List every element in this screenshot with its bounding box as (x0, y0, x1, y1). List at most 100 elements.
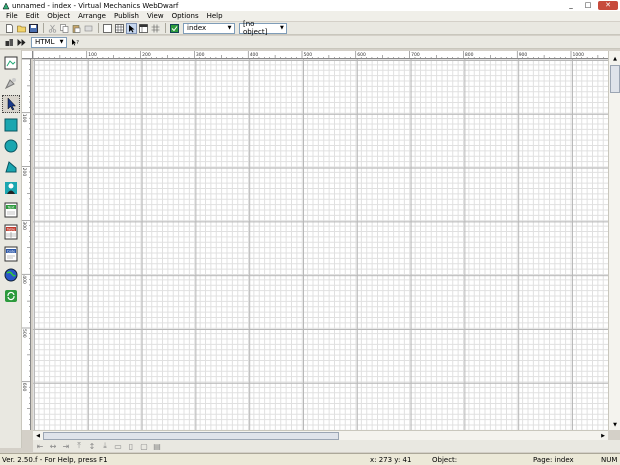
toolbar-separator (98, 23, 99, 33)
circle-tool[interactable] (2, 137, 20, 155)
rectangle-icon (4, 118, 18, 132)
table-icon: Table (4, 224, 18, 240)
grid-button[interactable] (114, 23, 125, 34)
snap-grid-icon (151, 24, 160, 32)
vertical-scroll-thumb[interactable] (610, 65, 620, 93)
save-button[interactable] (28, 23, 39, 34)
green-page-icon (170, 23, 179, 33)
design-canvas[interactable] (33, 59, 608, 430)
frame-icon (103, 23, 112, 33)
align-center-horizontal-button[interactable]: ↔ (48, 441, 58, 451)
menu-arrange[interactable]: Arrange (74, 12, 110, 20)
new-icon (6, 23, 13, 33)
align-right-button[interactable]: ⇥ (61, 441, 71, 451)
insert-page-tool[interactable] (2, 54, 20, 72)
title-bar: unnamed - index - Virtual Mechanics WebD… (0, 0, 620, 11)
save-disk-icon (29, 23, 38, 33)
code-icon: Code (4, 246, 18, 262)
secondary-toolbar: HTML ▼ ? (0, 36, 620, 49)
polygon-icon (5, 161, 17, 173)
close-button[interactable]: ✕ (598, 1, 618, 10)
refresh-tool[interactable] (2, 287, 20, 305)
delete-button[interactable] (83, 23, 94, 34)
image-tool[interactable] (2, 179, 20, 197)
select-tool[interactable] (2, 95, 20, 113)
menu-help[interactable]: Help (203, 12, 227, 20)
page-icon-button[interactable] (169, 23, 180, 34)
page-select[interactable]: index ▼ (183, 22, 235, 34)
menu-options[interactable]: Options (168, 12, 203, 20)
cursor-icon (129, 24, 135, 32)
open-button[interactable] (16, 23, 27, 34)
text-tool[interactable]: Text (2, 201, 20, 219)
preview-button[interactable] (16, 37, 27, 48)
code-tool-label: Code (7, 250, 15, 254)
menu-object[interactable]: Object (43, 12, 74, 20)
align-center-vertical-button[interactable]: ↕ (87, 441, 97, 451)
delete-icon (84, 25, 93, 31)
refresh-icon (5, 290, 17, 302)
new-button[interactable] (4, 23, 15, 34)
table-view-button[interactable] (138, 23, 149, 34)
table-grid-icon (139, 23, 148, 33)
app-icon (2, 1, 10, 9)
same-height-icon: ▯ (128, 441, 134, 451)
rectangle-tool[interactable] (2, 116, 20, 134)
toolbar-separator (43, 23, 44, 33)
ruler-label: 100 (88, 52, 97, 58)
scroll-down-icon[interactable]: ▼ (609, 420, 620, 430)
same-width-button[interactable]: ▭ (113, 441, 123, 451)
object-select[interactable]: [no object] ▼ (239, 20, 287, 36)
text-tool-label: Text (6, 206, 15, 210)
ruler-label: 400 (22, 275, 27, 284)
scroll-up-icon[interactable]: ▲ (609, 54, 620, 64)
status-num-lock: NUM (601, 456, 618, 464)
code-tool[interactable]: Code (2, 245, 20, 263)
menu-view[interactable]: View (143, 12, 168, 20)
polygon-tool[interactable] (2, 158, 20, 176)
horizontal-scroll-thumb[interactable] (43, 432, 339, 440)
paint-icon (4, 78, 16, 90)
format-select[interactable]: HTML ▼ (31, 36, 67, 48)
ruler-label: 800 (465, 52, 474, 58)
menu-publish[interactable]: Publish (110, 12, 143, 20)
ruler-label: 900 (519, 52, 528, 58)
page-frame-button[interactable] (102, 23, 113, 34)
ruler-label: 400 (250, 52, 259, 58)
paint-tool[interactable] (2, 74, 20, 92)
status-page: Page: index (533, 456, 574, 464)
publish-button[interactable] (4, 37, 15, 48)
select-mode-button[interactable] (126, 22, 137, 34)
text-icon: Text (4, 202, 18, 218)
context-help-button[interactable]: ? (70, 37, 81, 48)
same-size-button[interactable]: ▢ (139, 441, 149, 451)
chevron-down-icon: ▼ (227, 25, 232, 31)
align-bottom-button[interactable]: ⤓ (100, 441, 110, 451)
publish-icon (5, 38, 13, 46)
status-coordinates: x: 273 y: 41 (370, 456, 412, 464)
same-size-icon: ▢ (140, 441, 148, 451)
minimize-button[interactable]: _ (564, 1, 578, 10)
vertical-ruler: 100 200 300 400 500 600 (22, 59, 31, 430)
format-select-value: HTML (35, 38, 55, 46)
cut-button[interactable] (47, 23, 58, 34)
insert-page-icon (4, 56, 18, 70)
paste-button[interactable] (71, 23, 82, 34)
horizontal-scrollbar[interactable]: ◀ ▶ (33, 430, 608, 440)
ruler-label: 1000 (573, 52, 585, 58)
align-left-button[interactable]: ⇤ (35, 441, 45, 451)
vertical-scrollbar[interactable]: ▲ ▼ (608, 51, 620, 430)
align-bottom-icon: ⤓ (103, 441, 107, 450)
snap-button[interactable] (150, 23, 161, 34)
align-top-button[interactable]: ⤒ (74, 441, 84, 451)
vertical-ruler-ticks: 100 200 300 400 500 600 (22, 59, 30, 426)
same-height-button[interactable]: ▯ (126, 441, 136, 451)
distribute-button[interactable]: ▤ (152, 441, 162, 451)
web-link-tool[interactable] (2, 266, 20, 284)
menu-file[interactable]: File (2, 12, 22, 20)
open-folder-icon (17, 25, 26, 32)
copy-button[interactable] (59, 23, 70, 34)
maximize-button[interactable]: □ (581, 1, 595, 10)
table-tool[interactable]: Table (2, 223, 20, 241)
menu-edit[interactable]: Edit (22, 12, 44, 20)
